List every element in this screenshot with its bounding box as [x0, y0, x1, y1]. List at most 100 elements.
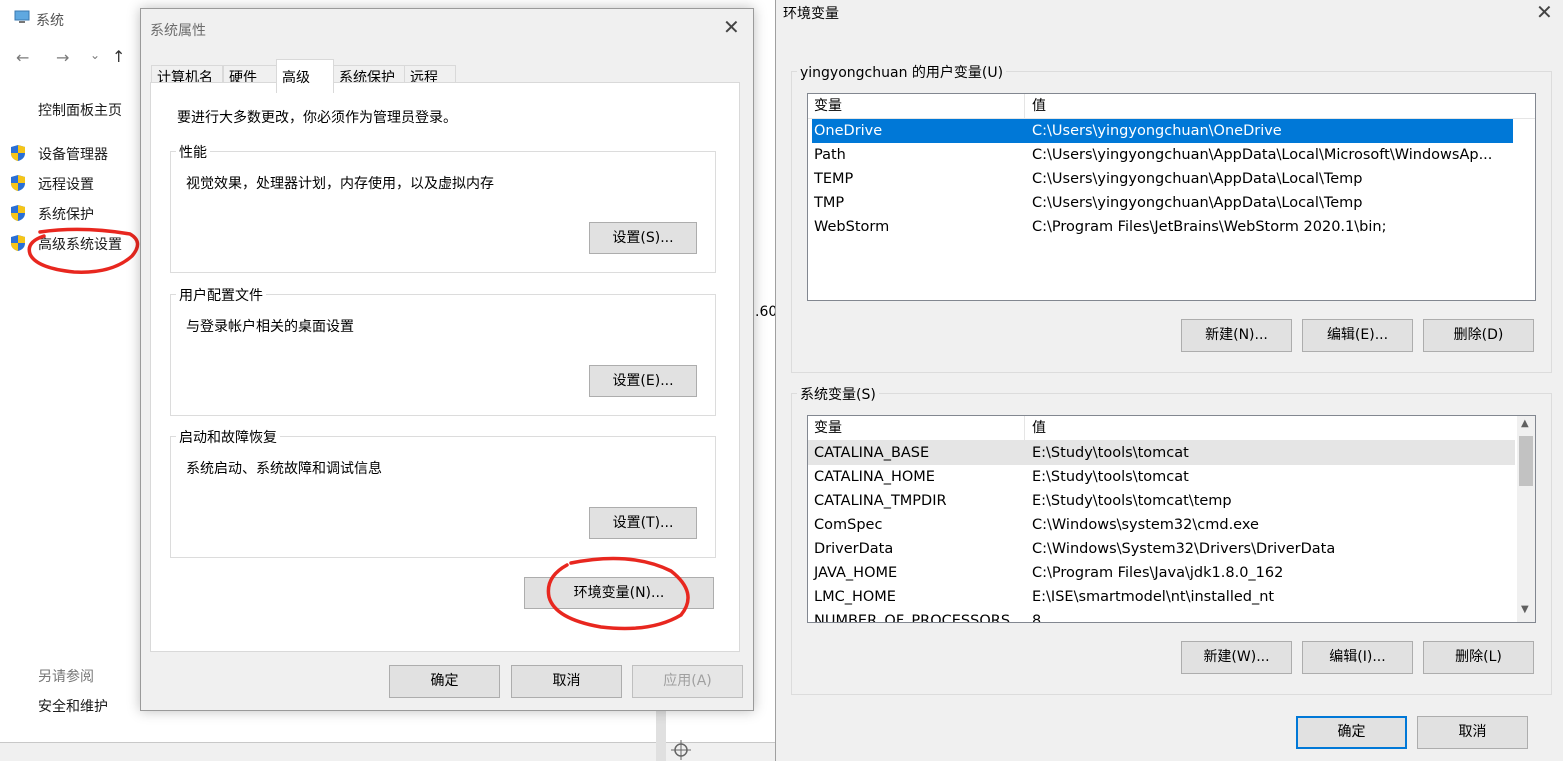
table-row[interactable]: JAVA_HOME C:\Program Files\Java\jdk1.8.0…	[808, 561, 1535, 585]
close-icon[interactable]: ✕	[723, 15, 740, 39]
startup-recovery-group	[170, 436, 716, 558]
startup-settings-button[interactable]: 设置(T)...	[589, 507, 697, 539]
system-delete-button[interactable]: 删除(L)	[1423, 641, 1534, 674]
scroll-down-icon[interactable]: ▼	[1521, 604, 1529, 615]
var-value: E:\ISE\smartmodel\nt\installed_nt	[1032, 589, 1275, 605]
var-name: WebStorm	[814, 219, 890, 235]
table-row[interactable]: Path C:\Users\yingyongchuan\AppData\Loca…	[808, 143, 1535, 167]
user-profiles-settings-button[interactable]: 设置(E)...	[589, 365, 697, 397]
environment-variables-dialog: 环境变量 ✕ yingyongchuan 的用户变量(U) 变量 值 OneDr…	[775, 0, 1563, 761]
var-value: E:\Study\tools\tomcat\temp	[1032, 493, 1232, 509]
table-row[interactable]: DriverData C:\Windows\System32\Drivers\D…	[808, 537, 1535, 561]
table-row[interactable]: OneDrive C:\Users\yingyongchuan\OneDrive	[812, 119, 1513, 143]
env-cancel-button[interactable]: 取消	[1417, 716, 1528, 749]
scrollbar-thumb[interactable]	[1519, 436, 1533, 486]
performance-settings-button[interactable]: 设置(S)...	[589, 222, 697, 254]
sidebar-item-label: 远程设置	[38, 177, 94, 193]
var-name: TEMP	[814, 171, 854, 187]
sidebar-item-label: 系统保护	[38, 207, 94, 223]
advanced-tab-panel: 要进行大多数更改，你必须作为管理员登录。 性能 视觉效果，处理器计划，内存使用，…	[150, 82, 740, 652]
shield-icon	[11, 175, 25, 191]
close-icon[interactable]: ✕	[1536, 0, 1553, 24]
scroll-up-icon[interactable]: ▲	[1521, 418, 1529, 429]
up-button[interactable]: ↑	[112, 47, 125, 66]
column-header-value[interactable]: 值	[1032, 416, 1046, 440]
admin-note: 要进行大多数更改，你必须作为管理员登录。	[177, 110, 457, 126]
var-name: NUMBER_OF_PROCESSORS	[814, 613, 1011, 623]
var-name: DriverData	[814, 541, 894, 557]
group-description: 与登录帐户相关的桌面设置	[186, 319, 354, 335]
sidebar-item-device-manager[interactable]: 设备管理器	[10, 144, 108, 166]
var-name: LMC_HOME	[814, 589, 896, 605]
sidebar-item-remote-settings[interactable]: 远程设置	[10, 174, 94, 196]
control-panel-home-link[interactable]: 控制面板主页	[38, 100, 122, 120]
user-new-button[interactable]: 新建(N)...	[1181, 319, 1292, 352]
cancel-button[interactable]: 取消	[511, 665, 622, 698]
divider	[656, 710, 666, 761]
sidebar-item-system-protection[interactable]: 系统保护	[10, 204, 94, 226]
var-value: E:\Study\tools\tomcat	[1032, 469, 1189, 485]
user-profiles-group	[170, 294, 716, 416]
dialog-title: 系统属性	[150, 23, 206, 39]
user-variables-list[interactable]: 变量 值 OneDrive C:\Users\yingyongchuan\One…	[807, 93, 1536, 301]
table-row[interactable]: NUMBER_OF_PROCESSORS 8	[808, 609, 1535, 623]
var-name: OneDrive	[814, 123, 883, 139]
var-value: C:\Users\yingyongchuan\AppData\Local\Tem…	[1032, 195, 1363, 211]
column-header-variable[interactable]: 变量	[814, 416, 842, 440]
forward-button[interactable]: →	[56, 48, 69, 67]
table-row[interactable]: CATALINA_TMPDIR E:\Study\tools\tomcat\te…	[808, 489, 1535, 513]
var-name: CATALINA_HOME	[814, 469, 935, 485]
group-description: 系统启动、系统故障和调试信息	[186, 461, 382, 477]
group-label: 性能	[176, 142, 210, 162]
ok-button[interactable]: 确定	[389, 665, 500, 698]
var-value: C:\Users\yingyongchuan\AppData\Local\Tem…	[1032, 171, 1363, 187]
group-label: 用户配置文件	[176, 285, 266, 305]
shield-icon	[11, 145, 25, 161]
system-variables-list[interactable]: 变量 值 CATALINA_BASE E:\Study\tools\tomcat…	[807, 415, 1536, 623]
performance-group	[170, 151, 716, 273]
var-name: JAVA_HOME	[814, 565, 898, 581]
column-header-value[interactable]: 值	[1032, 94, 1046, 118]
var-value: C:\Program Files\JetBrains\WebStorm 2020…	[1032, 219, 1387, 235]
group-label: 启动和故障恢复	[176, 427, 280, 447]
back-button[interactable]: ←	[16, 48, 29, 67]
history-dropdown[interactable]: ⌄	[90, 48, 100, 62]
table-row[interactable]: WebStorm C:\Program Files\JetBrains\WebS…	[808, 215, 1535, 239]
list-header: 变量 值	[808, 94, 1535, 119]
var-value: C:\Program Files\Java\jdk1.8.0_162	[1032, 565, 1284, 581]
table-row[interactable]: TMP C:\Users\yingyongchuan\AppData\Local…	[808, 191, 1535, 215]
table-row[interactable]: CATALINA_HOME E:\Study\tools\tomcat	[808, 465, 1535, 489]
table-row[interactable]: LMC_HOME E:\ISE\smartmodel\nt\installed_…	[808, 585, 1535, 609]
var-value: C:\Users\yingyongchuan\OneDrive	[1032, 123, 1282, 139]
user-delete-button[interactable]: 删除(D)	[1423, 319, 1534, 352]
var-name: ComSpec	[814, 517, 883, 533]
apply-button[interactable]: 应用(A)	[632, 665, 743, 698]
tab-advanced[interactable]: 高级	[276, 59, 334, 93]
var-value: C:\Users\yingyongchuan\AppData\Local\Mic…	[1032, 147, 1493, 163]
security-maintenance-link[interactable]: 安全和维护	[38, 696, 108, 716]
var-name: TMP	[814, 195, 845, 211]
table-row[interactable]: ComSpec C:\Windows\system32\cmd.exe	[808, 513, 1535, 537]
sidebar-item-label: 设备管理器	[38, 147, 108, 163]
crosshair-icon	[671, 740, 691, 760]
env-ok-button[interactable]: 确定	[1296, 716, 1407, 749]
var-name: CATALINA_TMPDIR	[814, 493, 947, 509]
red-circle-annotation	[27, 227, 140, 274]
var-value: C:\Windows\system32\cmd.exe	[1032, 517, 1259, 533]
window-title: 系统	[36, 13, 64, 29]
system-new-button[interactable]: 新建(W)...	[1181, 641, 1292, 674]
var-value: 8	[1032, 613, 1042, 623]
see-also-heading: 另请参阅	[38, 669, 94, 685]
column-header-variable[interactable]: 变量	[814, 94, 842, 118]
dialog-title: 环境变量	[783, 6, 839, 22]
user-edit-button[interactable]: 编辑(E)...	[1302, 319, 1413, 352]
group-label: 系统变量(S)	[797, 384, 879, 404]
computer-icon	[14, 10, 30, 23]
table-row[interactable]: CATALINA_BASE E:\Study\tools\tomcat	[808, 441, 1515, 465]
system-edit-button[interactable]: 编辑(I)...	[1302, 641, 1413, 674]
table-row[interactable]: TEMP C:\Users\yingyongchuan\AppData\Loca…	[808, 167, 1535, 191]
shield-icon	[11, 205, 25, 221]
var-value: E:\Study\tools\tomcat	[1032, 445, 1189, 461]
group-description: 视觉效果，处理器计划，内存使用，以及虚拟内存	[186, 176, 494, 192]
vertical-scrollbar[interactable]: ▲ ▼	[1517, 416, 1535, 622]
